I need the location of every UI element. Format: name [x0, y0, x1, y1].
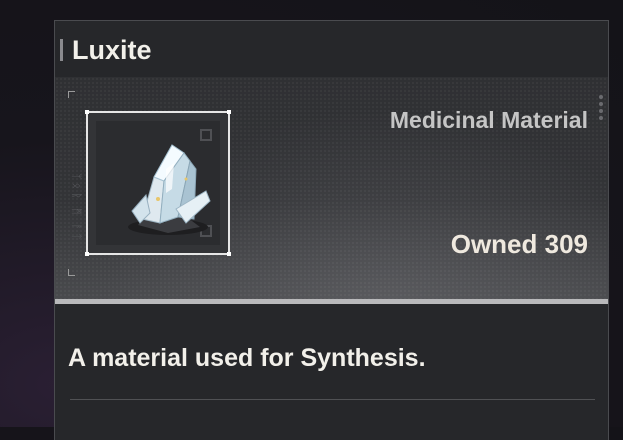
frame-side-text: ᛉᛟᚱ ᛗ ᚨᛏ — [70, 173, 82, 243]
item-icon-background — [96, 121, 220, 245]
item-description: A material used for Synthesis. — [68, 344, 426, 372]
corner-bracket-top — [68, 91, 75, 98]
title-accent-bar — [60, 39, 63, 61]
crystal-cluster-icon — [128, 144, 211, 235]
item-detail-panel: Luxite ᛉᛟᚱ ᛗ ᚨᛏ Medicinal Material Owned… — [54, 20, 609, 440]
owned-count: Owned 309 — [450, 229, 588, 259]
item-icon-frame: ᛉᛟᚱ ᛗ ᚨᛏ — [70, 110, 231, 256]
item-title: Luxite — [72, 35, 152, 65]
title-row: Luxite — [55, 21, 608, 77]
item-type-label: Medicinal Material — [389, 107, 588, 133]
hero-divider-line — [55, 299, 608, 304]
description-divider — [70, 399, 595, 400]
corner-bracket-bottom — [68, 269, 75, 276]
side-dots-decoration — [599, 95, 603, 123]
